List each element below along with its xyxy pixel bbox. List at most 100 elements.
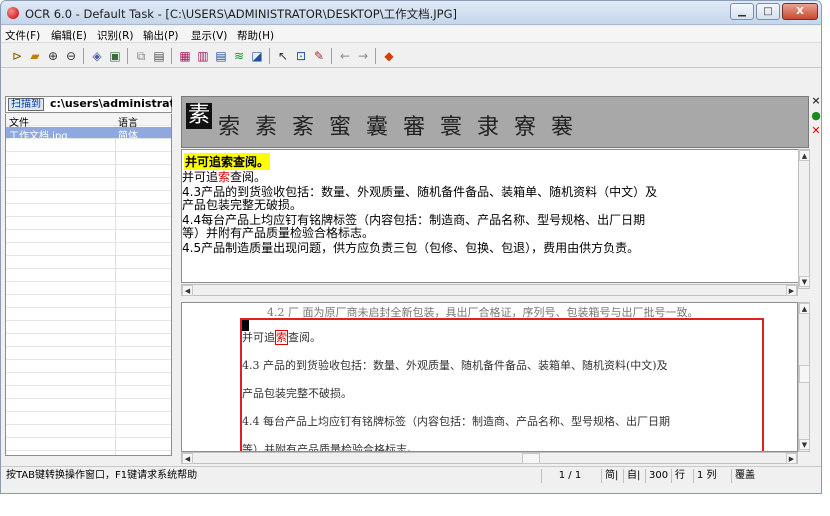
- confirm-icon[interactable]: ●: [810, 109, 821, 122]
- scroll-left-icon[interactable]: ◀: [182, 453, 193, 464]
- text-fragment: 并可追: [182, 170, 219, 184]
- scan-path-bar: 扫描到 c:\users\administrator: [5, 96, 172, 113]
- toolbar-separator: [375, 48, 376, 64]
- open-file-icon[interactable]: ▰: [27, 48, 43, 64]
- scan-to-button[interactable]: 扫描到: [8, 98, 44, 111]
- layout-3-icon[interactable]: ▤: [213, 48, 229, 64]
- menu-recognize[interactable]: 识别(R): [97, 28, 134, 43]
- list-item: [6, 179, 171, 191]
- list-item: [6, 218, 171, 230]
- text-fragment: 查阅。: [230, 170, 267, 184]
- menu-file[interactable]: 文件(F): [5, 28, 40, 43]
- toolbar-separator: [171, 48, 172, 64]
- color-icon[interactable]: ◆: [381, 48, 397, 64]
- list-item: [6, 374, 171, 386]
- candidate-characters[interactable]: 索 素 紊 蜜 囊 審 寰 隶 寮 褰: [218, 109, 577, 141]
- suspect-character-box[interactable]: 索: [275, 330, 288, 345]
- pointer-icon[interactable]: ↖: [275, 48, 291, 64]
- scroll-thumb[interactable]: [522, 453, 540, 464]
- status-dpi: 300: [645, 469, 668, 483]
- list-item: [6, 270, 171, 282]
- result-vertical-scrollbar[interactable]: ▲ ▼: [798, 149, 810, 289]
- list-item: [6, 400, 171, 412]
- list-item: [6, 192, 171, 204]
- image-horizontal-scrollbar[interactable]: ◀ ▶: [181, 452, 798, 464]
- recognize-icon[interactable]: ≋: [231, 48, 247, 64]
- paste-icon[interactable]: ▤: [151, 48, 167, 64]
- forward-arrow-icon[interactable]: →: [355, 48, 371, 64]
- image-text-line: 等）并附有产品质量检验合格标志。: [242, 443, 418, 452]
- text-fragment: 查阅。: [288, 331, 321, 344]
- menu-edit[interactable]: 编辑(E): [51, 28, 87, 43]
- list-item: [6, 348, 171, 360]
- toolbar-separator: [83, 48, 84, 64]
- window-icon[interactable]: ⊡: [293, 48, 309, 64]
- list-item: [6, 244, 171, 256]
- select-icon[interactable]: ◪: [249, 48, 265, 64]
- list-header: 文件 语言: [6, 114, 171, 129]
- status-bar: 按TAB键转换操作窗口，F1键请求系统帮助 1 / 1 简| 自| 300 行 …: [1, 466, 821, 484]
- image-icon[interactable]: ▣: [107, 48, 123, 64]
- status-mode: 自|: [623, 469, 640, 483]
- minimize-button[interactable]: ▁: [730, 3, 754, 20]
- toolbar-separator: [331, 48, 332, 64]
- list-item: [6, 166, 171, 178]
- reject-icon[interactable]: ✕: [810, 124, 821, 137]
- scroll-right-icon[interactable]: ▶: [786, 285, 797, 296]
- copy-icon[interactable]: ⧉: [133, 48, 149, 64]
- result-horizontal-scrollbar[interactable]: ◀ ▶: [181, 284, 798, 296]
- scroll-up-icon[interactable]: ▲: [799, 150, 810, 161]
- list-item: [6, 387, 171, 399]
- back-arrow-icon[interactable]: ←: [337, 48, 353, 64]
- file-list: 文件 语言 工作文档.jpg 简体: [5, 114, 172, 456]
- close-button[interactable]: X: [782, 3, 818, 20]
- source-image-view[interactable]: 4.2 厂 面为原厂商未启封全新包装，具出厂合格证，序列号、包装箱号与出厂批号一…: [181, 302, 798, 452]
- strip-tools: × ● ✕: [810, 94, 821, 150]
- text-line: 产品包装完整无破损。: [182, 198, 303, 212]
- list-item: [6, 257, 171, 269]
- scan-icon[interactable]: ◈: [89, 48, 105, 64]
- page-indicator: 1 / 1: [541, 469, 595, 483]
- status-overwrite: 覆盖: [731, 469, 755, 483]
- layout-1-icon[interactable]: ▦: [177, 48, 193, 64]
- list-item: [6, 309, 171, 321]
- zoom-out-icon[interactable]: ⊖: [63, 48, 79, 64]
- list-item[interactable]: 工作文档.jpg 简体: [6, 127, 171, 142]
- selected-character[interactable]: 素: [186, 103, 212, 129]
- status-lang: 简|: [601, 469, 618, 483]
- scroll-left-icon[interactable]: ◀: [182, 285, 193, 296]
- list-item: [6, 426, 171, 438]
- text-fragment: 并可追: [242, 331, 275, 344]
- layout-2-icon[interactable]: ▥: [195, 48, 211, 64]
- menu-help[interactable]: 帮助(H): [237, 28, 274, 43]
- menu-view[interactable]: 显示(V): [191, 28, 227, 43]
- recognized-text-area[interactable]: 并可追索查阅。 并可追索查阅。 4.3产品的到货验收包括：数量、外观质量、随机备…: [181, 149, 809, 283]
- list-item: [6, 231, 171, 243]
- open-folder-icon[interactable]: ⊳: [9, 48, 25, 64]
- maximize-button[interactable]: □: [756, 3, 780, 20]
- menu-output[interactable]: 输出(P): [143, 28, 179, 43]
- menu-bar: 文件(F) 编辑(E) 识别(R) 输出(P) 显示(V) 帮助(H): [1, 26, 821, 43]
- text-line: 等）并附有产品质量检验合格标志。: [182, 226, 375, 240]
- suspect-character[interactable]: 索: [218, 170, 230, 184]
- close-strip-icon[interactable]: ×: [810, 94, 821, 107]
- list-item: [6, 413, 171, 425]
- scroll-up-icon[interactable]: ▲: [799, 303, 810, 314]
- scroll-down-icon[interactable]: ▼: [799, 276, 810, 287]
- zoom-in-icon[interactable]: ⊕: [45, 48, 61, 64]
- image-text-line: 4.4 每台产品上均应钉有铭牌标签（内容包括：制造商、产品名称、型号规格、出厂日…: [242, 415, 670, 428]
- image-text-line: 产品包装完整不破损。: [242, 387, 352, 400]
- pen-icon[interactable]: ✎: [311, 48, 327, 64]
- character-candidate-strip[interactable]: 素 索 素 紊 蜜 囊 審 寰 隶 寮 褰: [181, 96, 809, 148]
- scroll-thumb[interactable]: [799, 365, 810, 383]
- toolbar-separator: [269, 48, 270, 64]
- app-logo-icon: [7, 7, 19, 19]
- scan-path[interactable]: c:\users\administrator: [50, 97, 172, 110]
- list-item: [6, 322, 171, 334]
- image-vertical-scrollbar[interactable]: ▲ ▼: [798, 302, 810, 452]
- title-bar[interactable]: OCR 6.0 - Default Task - [C:\USERS\ADMIN…: [1, 1, 821, 25]
- scroll-right-icon[interactable]: ▶: [786, 453, 797, 464]
- toolbar-separator: [127, 48, 128, 64]
- scroll-down-icon[interactable]: ▼: [799, 439, 810, 450]
- toolbar: ⊳ ▰ ⊕ ⊖ ◈ ▣ ⧉ ▤ ▦ ▥ ▤ ≋ ◪ ↖ ⊡ ✎ ← → ◆: [1, 44, 821, 68]
